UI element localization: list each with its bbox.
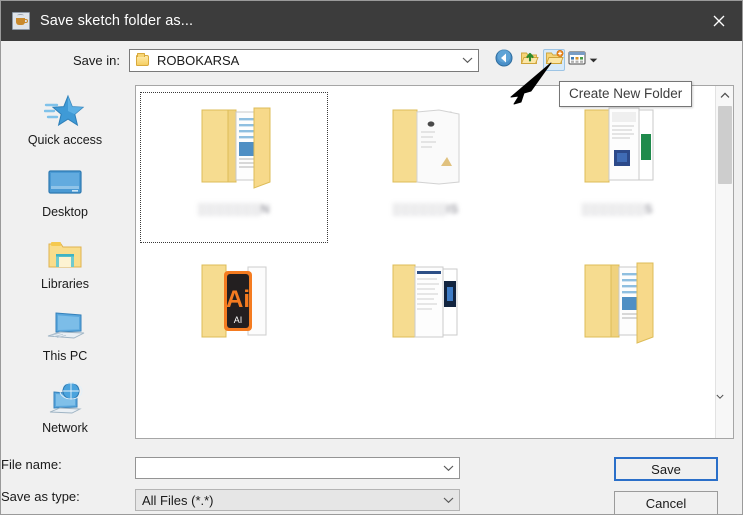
save-button[interactable]: Save xyxy=(614,457,718,481)
sidebar-item-label: Desktop xyxy=(42,205,88,219)
file-form: File name: Save as type: All Files (*.*) xyxy=(1,451,614,515)
network-globe-icon xyxy=(43,380,87,418)
up-one-level-button[interactable] xyxy=(518,49,540,71)
file-list-item-label: ░░░░░░IS xyxy=(392,202,459,216)
sidebar-item-network[interactable]: Network xyxy=(9,375,121,441)
chevron-down-icon[interactable] xyxy=(589,51,598,69)
navigation-toolbar xyxy=(493,49,598,71)
back-arrow-icon xyxy=(495,49,513,72)
chevron-down-icon[interactable] xyxy=(456,56,478,64)
folder-with-documents-icon xyxy=(379,251,471,351)
back-button[interactable] xyxy=(493,49,515,71)
file-list-item[interactable]: ░░░░░░IS xyxy=(330,90,522,245)
libraries-folder-icon xyxy=(43,236,87,274)
folder-with-documents-icon xyxy=(188,96,280,196)
folder-with-documents-icon xyxy=(379,96,471,196)
folder-icon xyxy=(136,52,149,66)
view-menu-button[interactable] xyxy=(568,50,598,71)
view-list-icon xyxy=(568,50,586,71)
file-grid: ░░░░░░░N ░░░░░░IS ░░░░░░░S Ai AI xyxy=(136,86,715,438)
folder-with-documents-icon xyxy=(571,251,663,351)
scrollbar-thumb[interactable] xyxy=(718,106,732,184)
close-button[interactable] xyxy=(696,1,742,41)
file-list-item[interactable]: ░░░░░░░N xyxy=(138,90,330,245)
scroll-up-button[interactable] xyxy=(716,86,734,104)
file-name-input[interactable] xyxy=(135,457,460,479)
file-list-item-label: ░░░░░░░S xyxy=(581,202,653,216)
java-coffee-cup-icon xyxy=(12,12,30,30)
save-as-type-value: All Files (*.*) xyxy=(142,492,214,508)
sidebar-item-label: Libraries xyxy=(41,277,89,291)
this-pc-computer-icon xyxy=(43,308,87,346)
save-in-row: Save in: ROBOKARSA xyxy=(1,41,742,79)
dialog-footer: File name: Save as type: All Files (*.*) xyxy=(1,447,742,515)
chevron-down-icon[interactable] xyxy=(437,464,459,472)
title-bar: Save sketch folder as... xyxy=(1,1,742,41)
window-title: Save sketch folder as... xyxy=(40,13,194,29)
file-name-label: File name: xyxy=(1,457,62,472)
folder-with-documents-icon xyxy=(571,96,663,196)
save-in-value: ROBOKARSA xyxy=(157,52,240,68)
dialog-body: Quick access Desktop Libraries This PC N… xyxy=(1,79,742,447)
save-in-label: Save in: xyxy=(73,52,120,68)
file-list-item-label: ░░░░░░░N xyxy=(197,202,270,216)
sidebar-item-label: Network xyxy=(42,421,88,435)
cancel-button[interactable]: Cancel xyxy=(614,491,718,515)
file-list-item[interactable] xyxy=(330,245,522,400)
file-name-row xyxy=(135,457,614,479)
places-sidebar: Quick access Desktop Libraries This PC N… xyxy=(1,79,129,447)
folder-with-illustrator-file-icon: Ai AI xyxy=(188,251,280,351)
save-as-type-row: All Files (*.*) xyxy=(135,489,614,511)
file-list-panel: ░░░░░░░N ░░░░░░IS ░░░░░░░S Ai AI xyxy=(135,85,734,439)
close-icon xyxy=(711,13,727,29)
new-folder-icon xyxy=(545,49,564,71)
sidebar-item-desktop[interactable]: Desktop xyxy=(9,159,121,225)
save-as-type-label: Save as type: xyxy=(1,489,80,504)
save-dialog-window: Save sketch folder as... Save in: ROBOKA… xyxy=(0,0,743,515)
file-list-item[interactable]: Ai AI xyxy=(138,245,330,400)
sidebar-item-label: Quick access xyxy=(27,133,103,147)
desktop-monitor-icon xyxy=(43,164,87,202)
scroll-down-button[interactable] xyxy=(715,360,734,438)
dialog-button-column: Save Cancel xyxy=(614,451,732,515)
sidebar-item-label: This PC xyxy=(42,349,88,363)
sidebar-item-quick-access[interactable]: Quick access xyxy=(9,87,121,153)
sidebar-item-this-pc[interactable]: This PC xyxy=(9,303,121,369)
save-as-type-select[interactable]: All Files (*.*) xyxy=(135,489,460,511)
save-in-combobox[interactable]: ROBOKARSA xyxy=(129,48,479,72)
file-list-scrollbar[interactable] xyxy=(715,86,733,438)
quick-access-star-icon xyxy=(43,92,87,130)
up-folder-icon xyxy=(520,49,539,71)
file-list-item[interactable]: ░░░░░░░S xyxy=(521,90,713,245)
svg-text:AI: AI xyxy=(234,315,243,325)
create-new-folder-button[interactable] xyxy=(543,49,565,71)
file-list-item[interactable] xyxy=(521,245,713,400)
chevron-down-icon[interactable] xyxy=(437,496,459,504)
create-new-folder-tooltip: Create New Folder xyxy=(559,81,693,107)
svg-text:Ai: Ai xyxy=(226,286,250,313)
sidebar-item-libraries[interactable]: Libraries xyxy=(9,231,121,297)
